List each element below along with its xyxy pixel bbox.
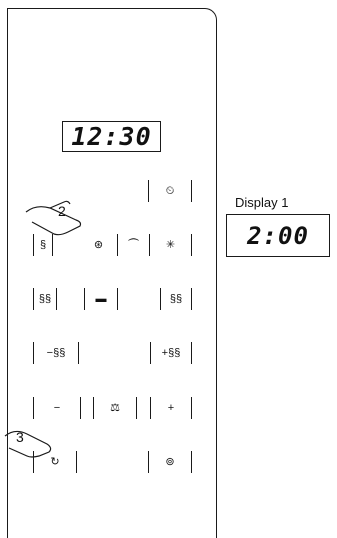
weight-icon: ⚖ bbox=[110, 401, 120, 414]
side-display: 2:00 bbox=[226, 214, 330, 257]
top-heat-icon: ▬ bbox=[95, 292, 107, 305]
plus-grill-icon: +§§ bbox=[161, 346, 181, 359]
display-1-label: Display 1 bbox=[235, 195, 289, 210]
combi-icon: ⊛ bbox=[93, 238, 104, 251]
top-bottom-heat-icon: §§ bbox=[169, 292, 183, 305]
stop-button[interactable]: ⊚ bbox=[148, 451, 192, 473]
plus-grill-button[interactable]: +§§ bbox=[150, 342, 192, 364]
main-display-value: 12:30 bbox=[71, 122, 152, 151]
steam-button[interactable]: ⏜ bbox=[118, 234, 150, 256]
hand-pointer-icon bbox=[4, 430, 52, 458]
weight-button[interactable]: ⚖ bbox=[93, 397, 137, 419]
callout-3: 3 bbox=[16, 429, 24, 445]
main-display: 12:30 bbox=[62, 121, 161, 152]
grill-medium-button[interactable]: §§ bbox=[33, 288, 57, 310]
stop-icon: ⊚ bbox=[165, 455, 175, 468]
steam-icon: ⏜ bbox=[128, 238, 139, 251]
defrost-icon: ✳ bbox=[165, 238, 176, 251]
top-bottom-heat-button[interactable]: §§ bbox=[160, 288, 192, 310]
callout-2: 2 bbox=[58, 203, 66, 219]
grill-medium-icon: §§ bbox=[38, 292, 52, 305]
top-heat-button[interactable]: ▬ bbox=[84, 288, 118, 310]
plus-button[interactable]: + bbox=[150, 397, 192, 419]
clock-button[interactable]: ⏲ bbox=[148, 180, 192, 202]
minus-grill-icon: −§§ bbox=[46, 346, 66, 359]
minus-button[interactable]: − bbox=[33, 397, 81, 419]
defrost-button[interactable]: ✳ bbox=[150, 234, 192, 256]
minus-icon: − bbox=[53, 401, 61, 414]
grill-low-icon: § bbox=[39, 238, 47, 251]
side-display-value: 2:00 bbox=[247, 221, 309, 250]
plus-icon: + bbox=[167, 401, 175, 414]
minus-grill-button[interactable]: −§§ bbox=[33, 342, 79, 364]
clock-icon: ⏲ bbox=[165, 184, 175, 197]
